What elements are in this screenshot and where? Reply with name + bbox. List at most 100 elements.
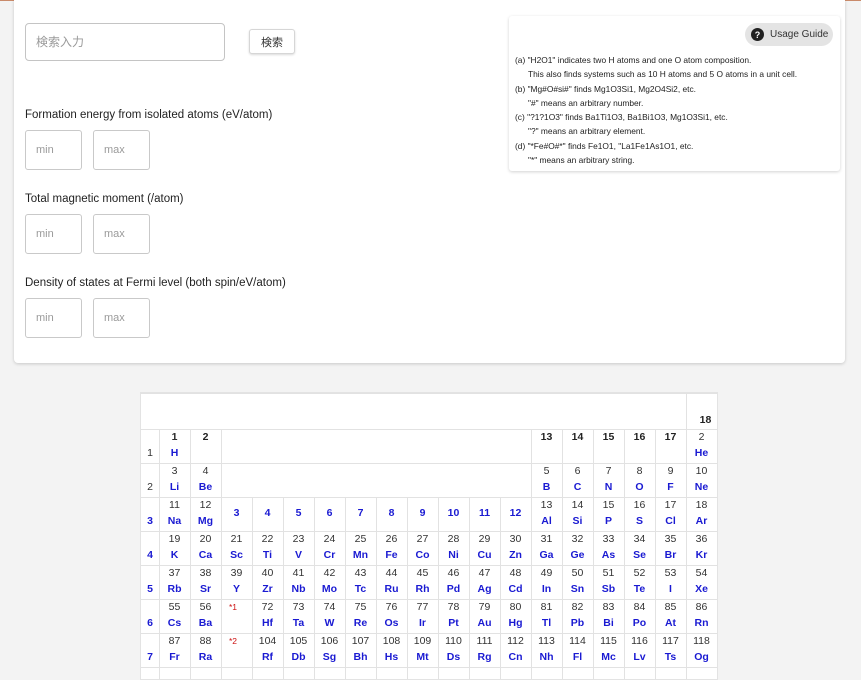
formation-energy-max-input[interactable] [93,130,150,170]
element-symbol[interactable]: Rn [686,617,717,629]
element-symbol[interactable]: O [624,481,655,493]
element-cell-ta[interactable]: 73 Ta [283,599,314,633]
element-symbol[interactable]: Hg [500,617,531,629]
element-cell-be[interactable]: 4 Be [190,463,221,497]
element-symbol[interactable]: Zn [500,549,531,561]
element-symbol[interactable]: Ra [190,651,221,663]
element-cell-as[interactable]: 33 As [593,531,624,565]
element-symbol[interactable]: I [655,583,686,595]
element-symbol[interactable]: Rh [407,583,438,595]
element-cell-au[interactable]: 79 Au [469,599,500,633]
element-symbol[interactable]: Mn [345,549,376,561]
element-symbol[interactable]: Al [531,515,562,527]
element-cell-ds[interactable]: 110 Ds [438,633,469,667]
element-symbol[interactable]: Ge [562,549,593,561]
element-cell-n[interactable]: 7N [593,463,624,497]
element-cell-ge[interactable]: 32 Ge [562,531,593,565]
element-symbol[interactable]: Nb [283,583,314,595]
element-cell-cd[interactable]: 48 Cd [500,565,531,599]
element-symbol[interactable]: Cs [159,617,190,629]
element-symbol[interactable]: V [283,549,314,561]
element-cell-cr[interactable]: 24 Cr [314,531,345,565]
element-cell-cn[interactable]: 112 Cn [500,633,531,667]
element-symbol[interactable]: Bh [345,651,376,663]
element-symbol[interactable]: Tc [345,583,376,595]
element-cell-c[interactable]: 6C [562,463,593,497]
element-symbol[interactable]: Sn [562,583,593,595]
element-symbol[interactable]: Zr [252,583,283,595]
element-cell-fe[interactable]: 26 Fe [376,531,407,565]
element-symbol[interactable]: Co [407,549,438,561]
element-symbol[interactable]: N [593,481,624,493]
element-symbol[interactable]: Ni [438,549,469,561]
element-cell-rf[interactable]: 104 Rf [252,633,283,667]
element-symbol[interactable]: Sb [593,583,624,595]
element-cell-o[interactable]: 8O [624,463,655,497]
element-symbol[interactable]: Y [221,583,252,595]
element-cell-bi[interactable]: 83 Bi [593,599,624,633]
element-cell-ga[interactable]: 31 Ga [531,531,562,565]
element-symbol[interactable]: Be [190,481,221,493]
element-cell-cs[interactable]: 55 Cs [159,599,190,633]
element-symbol[interactable]: Rg [469,651,500,663]
element-symbol[interactable]: S [624,515,655,527]
element-cell-s[interactable]: 16 S [624,497,655,531]
magnetic-moment-min-input[interactable] [25,214,82,254]
element-cell-cl[interactable]: 17 Cl [655,497,686,531]
element-symbol[interactable]: Xe [686,583,717,595]
element-cell-ni[interactable]: 28 Ni [438,531,469,565]
element-cell-na[interactable]: 11 Na [159,497,190,531]
element-cell-mc[interactable]: 115 Mc [593,633,624,667]
element-symbol[interactable]: Si [562,515,593,527]
element-symbol[interactable]: Tl [531,617,562,629]
dos-fermi-max-input[interactable] [93,298,150,338]
element-symbol[interactable]: Og [686,651,717,663]
element-symbol[interactable]: Ba [190,617,221,629]
element-cell-zn[interactable]: 30 Zn [500,531,531,565]
element-cell-sn[interactable]: 50 Sn [562,565,593,599]
element-symbol[interactable]: Fl [562,651,593,663]
element-cell-os[interactable]: 76 Os [376,599,407,633]
element-symbol[interactable]: Mt [407,651,438,663]
element-symbol[interactable]: Rf [252,651,283,663]
element-cell-rn[interactable]: 86 Rn [686,599,717,633]
element-symbol[interactable]: Se [624,549,655,561]
element-cell-kr[interactable]: 36 Kr [686,531,717,565]
element-symbol[interactable]: Ar [686,515,717,527]
element-symbol[interactable]: Sc [221,549,252,561]
search-input[interactable] [25,23,225,61]
element-symbol[interactable]: Bi [593,617,624,629]
element-symbol[interactable]: Sr [190,583,221,595]
element-symbol[interactable]: K [159,549,190,561]
element-symbol[interactable]: Mg [190,515,221,527]
element-cell-pb[interactable]: 82 Pb [562,599,593,633]
element-cell-ts[interactable]: 117 Ts [655,633,686,667]
dos-fermi-min-input[interactable] [25,298,82,338]
element-symbol[interactable]: Po [624,617,655,629]
element-symbol[interactable]: Db [283,651,314,663]
element-symbol[interactable]: Au [469,617,500,629]
element-symbol[interactable]: Cn [500,651,531,663]
element-symbol[interactable]: Nh [531,651,562,663]
element-cell-db[interactable]: 105 Db [283,633,314,667]
element-cell-f[interactable]: 9F [655,463,686,497]
element-cell-xe[interactable]: 54 Xe [686,565,717,599]
element-symbol[interactable]: Kr [686,549,717,561]
element-cell-re[interactable]: 75 Re [345,599,376,633]
element-cell-sb[interactable]: 51 Sb [593,565,624,599]
element-cell-te[interactable]: 52 Te [624,565,655,599]
element-cell-mg[interactable]: 12 Mg [190,497,221,531]
element-cell-hf[interactable]: 72 Hf [252,599,283,633]
element-symbol[interactable]: Ne [686,481,717,493]
element-cell-mn[interactable]: 25 Mn [345,531,376,565]
element-cell-hs[interactable]: 108 Hs [376,633,407,667]
element-symbol[interactable]: Ru [376,583,407,595]
element-symbol[interactable]: H [159,447,190,459]
element-symbol[interactable]: Ta [283,617,314,629]
element-cell-mt[interactable]: 109 Mt [407,633,438,667]
element-cell-sr[interactable]: 38 Sr [190,565,221,599]
element-symbol[interactable]: Ir [407,617,438,629]
element-symbol[interactable]: B [531,481,562,493]
element-symbol[interactable]: Cd [500,583,531,595]
element-cell-at[interactable]: 85 At [655,599,686,633]
